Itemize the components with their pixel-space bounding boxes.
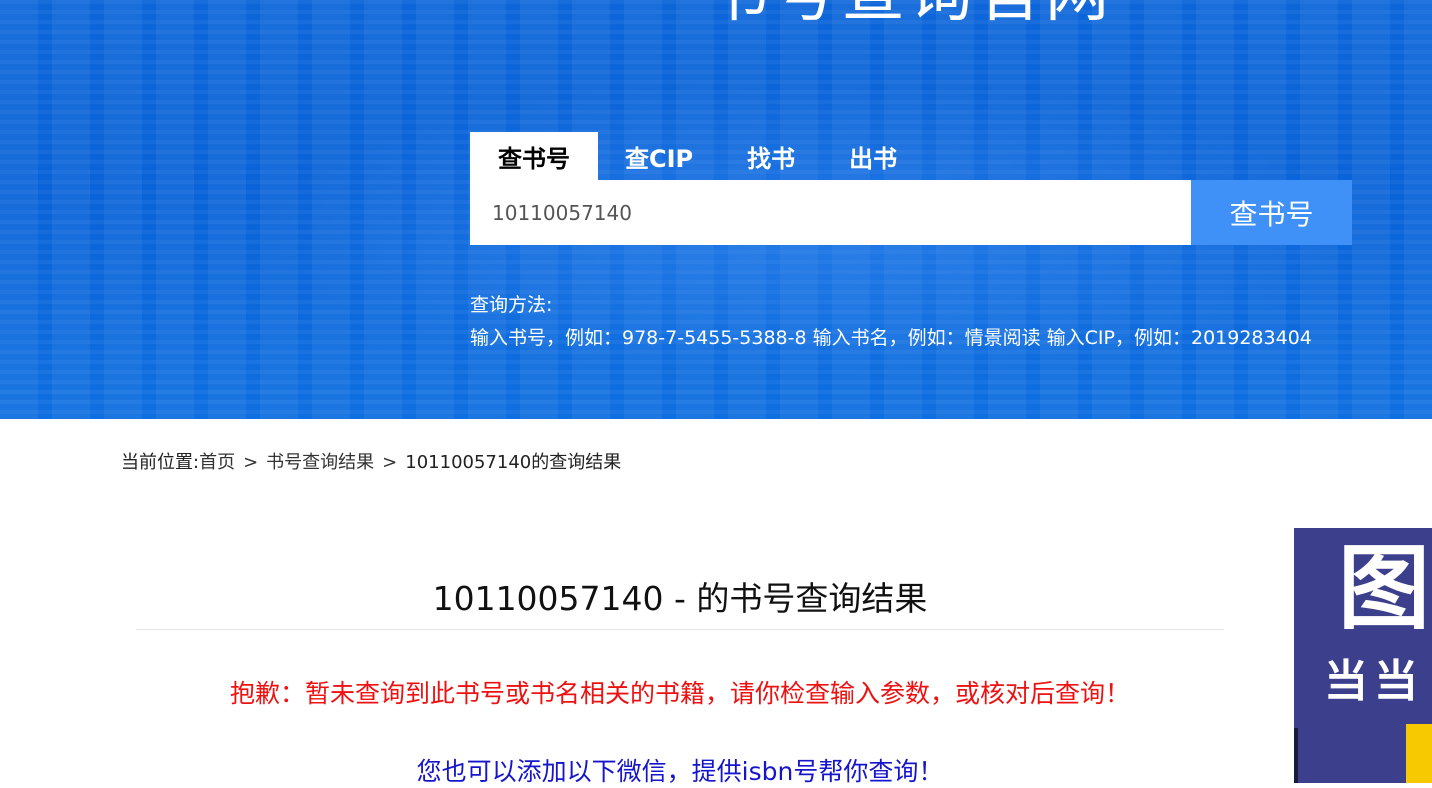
search-tabs: 查书号 查CIP 找书 出书 bbox=[470, 132, 924, 180]
tab-publish[interactable]: 出书 bbox=[822, 132, 924, 180]
breadcrumb-prefix: 当前位置: bbox=[121, 452, 200, 473]
breadcrumb-current: 10110057140的查询结果 bbox=[405, 452, 622, 473]
result-divider bbox=[136, 629, 1224, 630]
side-advertisement[interactable]: 图 当当 bbox=[1294, 528, 1432, 783]
breadcrumb-separator: > bbox=[382, 452, 398, 473]
search-button[interactable]: 查书号 bbox=[1191, 180, 1352, 245]
site-title: 书号查询官网 bbox=[705, 0, 1113, 26]
ad-edge-bar bbox=[1294, 728, 1298, 783]
tab-cip[interactable]: 查CIP bbox=[598, 132, 720, 180]
result-title: 10110057140 - 的书号查询结果 bbox=[432, 579, 928, 618]
ad-big-character: 图 bbox=[1338, 534, 1431, 642]
hero-banner: 书号查询官网 查书号 查CIP 找书 出书 查书号 查询方法: 输入书号，例如：… bbox=[0, 0, 1432, 419]
search-bar: 查书号 bbox=[470, 180, 1352, 245]
tab-isbn[interactable]: 查书号 bbox=[470, 132, 598, 180]
help-text: 输入书号，例如：978-7-5455-5388-8 输入书名，例如：情景阅读 输… bbox=[470, 327, 1312, 349]
breadcrumb-results-link[interactable]: 书号查询结果 bbox=[266, 452, 374, 473]
ad-sub-text: 当当 bbox=[1324, 656, 1424, 707]
tab-find-book[interactable]: 找书 bbox=[720, 132, 822, 180]
help-title: 查询方法: bbox=[470, 294, 553, 316]
breadcrumb: 当前位置:首页 > 书号查询结果 >10110057140的查询结果 bbox=[121, 448, 621, 474]
breadcrumb-home-link[interactable]: 首页 bbox=[199, 452, 235, 473]
no-result-message: 抱歉：暂未查询到此书号或书名相关的书籍，请你检查输入参数，或核对后查询！ bbox=[229, 679, 1130, 708]
ad-yellow-badge bbox=[1406, 724, 1432, 783]
breadcrumb-separator: > bbox=[243, 452, 259, 473]
search-input[interactable] bbox=[470, 180, 1191, 245]
